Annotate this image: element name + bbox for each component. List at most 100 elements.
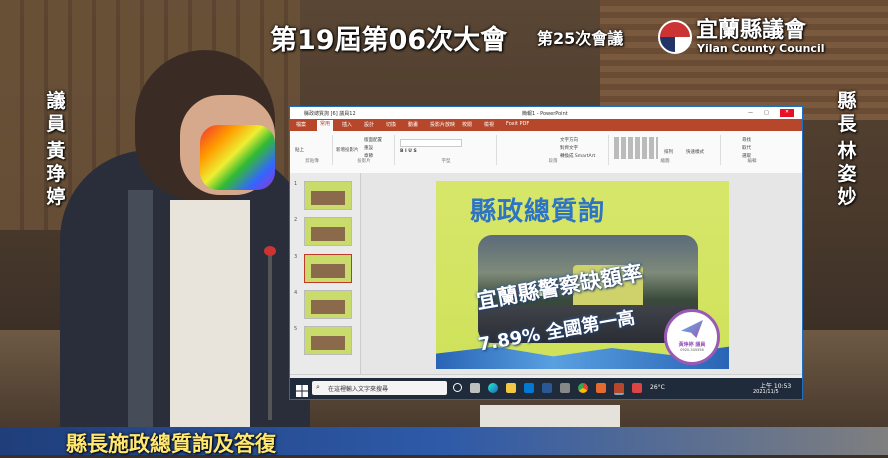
tab-design[interactable]: 設計 bbox=[364, 121, 374, 128]
thumbnail-image bbox=[311, 227, 345, 241]
left-speaker-name: 黃琤婷 bbox=[46, 140, 66, 208]
clock-date[interactable]: 2021/11/5 bbox=[753, 389, 779, 395]
thumbnail-image bbox=[311, 300, 345, 314]
slide-number: 3 bbox=[294, 254, 298, 260]
store-icon[interactable] bbox=[524, 383, 534, 393]
microphone-icon bbox=[264, 246, 276, 256]
thumbnail-image bbox=[311, 191, 345, 205]
tab-file[interactable]: 檔案 bbox=[296, 121, 306, 128]
slide-number: 2 bbox=[294, 217, 298, 223]
slide-number: 1 bbox=[294, 181, 298, 187]
slide-thumbnail-selected[interactable] bbox=[304, 254, 352, 283]
badge-name: 黃琤婷 議員 bbox=[678, 342, 706, 348]
rainbow-face-mask bbox=[200, 125, 275, 190]
close-icon[interactable]: ✕ bbox=[780, 109, 794, 117]
left-speaker-title: 議員 bbox=[46, 90, 66, 135]
windows-start-icon[interactable] bbox=[296, 382, 308, 397]
thumbnail-image bbox=[311, 264, 345, 278]
chrome-icon[interactable] bbox=[578, 383, 588, 393]
group-editing: 尋找 取代 選取 編輯 bbox=[722, 135, 782, 165]
slide-thumbnail[interactable] bbox=[304, 181, 352, 210]
tab-foxit[interactable]: Foxit PDF bbox=[506, 121, 529, 127]
search-icon: ⌕ bbox=[316, 383, 320, 391]
tab-view[interactable]: 檢視 bbox=[484, 121, 494, 128]
right-speaker-name: 林姿妙 bbox=[837, 140, 857, 208]
group-clipboard: 貼上 剪貼簿 bbox=[292, 135, 333, 165]
arrange-button[interactable]: 排列 bbox=[664, 149, 673, 155]
replace-button[interactable]: 取代 bbox=[742, 145, 751, 151]
document-title: 縣政總質詢 [6] 議員12 bbox=[304, 111, 356, 117]
slide-thumbnail[interactable] bbox=[304, 290, 352, 319]
slide-title[interactable]: 縣政總質詢 bbox=[470, 191, 605, 228]
thumbnail-image bbox=[311, 336, 345, 350]
group-label: 剪貼簿 bbox=[305, 159, 319, 164]
tab-slideshow[interactable]: 投影片放映 bbox=[430, 121, 455, 128]
font-name-select[interactable] bbox=[400, 139, 462, 147]
meeting-number: 第25次會議 bbox=[537, 29, 624, 48]
badge-logo-icon bbox=[681, 320, 703, 338]
mail-icon[interactable] bbox=[542, 383, 552, 393]
quick-styles-button[interactable]: 快速樣式 bbox=[686, 149, 704, 155]
group-label: 繪圖 bbox=[660, 159, 670, 164]
group-label: 投影片 bbox=[357, 159, 371, 164]
minimize-icon[interactable]: — bbox=[748, 110, 753, 116]
find-button[interactable]: 尋找 bbox=[742, 137, 751, 143]
slide-thumbnail[interactable] bbox=[304, 217, 352, 246]
councillor-badge[interactable]: 黃琤婷 議員 0920-345558 bbox=[664, 309, 720, 365]
group-paragraph: 文字方向 對齊文字 轉換成 SmartArt 段落 bbox=[498, 135, 609, 165]
app-icon[interactable] bbox=[596, 383, 606, 393]
windows-taskbar: ⌕ 在這裡輸入文字來搜尋 26°C 上午 10:53 2021/11/5 bbox=[290, 378, 802, 399]
slide-number: 5 bbox=[294, 326, 298, 332]
align-text-button[interactable]: 對齊文字 bbox=[560, 145, 578, 151]
tab-transitions[interactable]: 切換 bbox=[386, 121, 396, 128]
group-label: 編輯 bbox=[747, 159, 757, 164]
shapes-gallery[interactable] bbox=[614, 137, 658, 159]
group-drawing: 排列 快速樣式 繪圖 bbox=[610, 135, 721, 165]
current-slide[interactable]: 縣政總質詢 宜蘭縣警察缺額率 7.89% 全國第一高 黃琤婷 議員 0920-3… bbox=[436, 181, 729, 369]
edge-browser-icon[interactable] bbox=[488, 383, 498, 393]
paste-button[interactable]: 貼上 bbox=[295, 147, 304, 153]
tab-insert[interactable]: 插入 bbox=[342, 121, 352, 128]
bold-icon[interactable]: B I U S bbox=[400, 149, 417, 154]
taskbar-search-placeholder: 在這裡輸入文字來搜尋 bbox=[328, 386, 389, 393]
ribbon-tabs: 檔案 常用 插入 設計 切換 動畫 投影片放映 校閱 檢視 Foxit PDF bbox=[290, 119, 802, 131]
app-icon[interactable] bbox=[632, 383, 642, 393]
session-title: 第19屆第06次大會 bbox=[270, 25, 508, 56]
file-explorer-icon[interactable] bbox=[506, 383, 516, 393]
app-title: 簡報1 - PowerPoint bbox=[522, 111, 568, 117]
slide-editing-canvas[interactable]: 縣政總質詢 宜蘭縣警察缺額率 7.89% 全國第一高 黃琤婷 議員 0920-3… bbox=[361, 173, 802, 374]
group-label: 字型 bbox=[441, 159, 451, 164]
new-slide-button[interactable]: 新增投影片 bbox=[336, 147, 359, 153]
maximize-icon[interactable]: □ bbox=[764, 110, 769, 116]
slide-thumbnail[interactable] bbox=[304, 326, 352, 355]
group-font: B I U S 字型 bbox=[396, 135, 497, 165]
group-slides: 新增投影片 版面配置 重設 章節 投影片 bbox=[334, 135, 395, 165]
reset-button[interactable]: 重設 bbox=[364, 145, 373, 151]
tab-review[interactable]: 校閱 bbox=[462, 121, 472, 128]
app-icon[interactable] bbox=[560, 383, 570, 393]
council-name: 宜蘭縣議會 bbox=[696, 18, 807, 43]
council-name-en: Yilan County Council bbox=[697, 42, 825, 55]
ribbon-toolbar: 貼上 剪貼簿 新增投影片 版面配置 重設 章節 投影片 B I U S 字型 文… bbox=[290, 131, 802, 174]
right-speaker-title: 縣長 bbox=[837, 90, 857, 135]
speaker-shirt bbox=[170, 200, 250, 450]
tab-home[interactable]: 常用 bbox=[317, 120, 334, 131]
microphone-stand bbox=[268, 250, 272, 420]
task-view-icon[interactable] bbox=[453, 383, 462, 392]
text-direction-button[interactable]: 文字方向 bbox=[560, 137, 578, 143]
layout-button[interactable]: 版面配置 bbox=[364, 137, 382, 143]
powerpoint-icon[interactable] bbox=[614, 383, 624, 395]
badge-phone: 0920-345558 bbox=[680, 348, 704, 352]
acrylic-divider bbox=[128, 190, 153, 430]
bottom-caption: 縣長施政總質詢及答復 bbox=[66, 432, 276, 456]
weather-readout[interactable]: 26°C bbox=[650, 384, 665, 391]
taskbar-search-box[interactable]: ⌕ 在這裡輸入文字來搜尋 bbox=[312, 381, 447, 395]
widget-icon[interactable] bbox=[470, 383, 480, 393]
powerpoint-window[interactable]: 縣政總質詢 [6] 議員12 簡報1 - PowerPoint — □ ✕ 檔案… bbox=[289, 106, 803, 400]
council-seal-icon bbox=[658, 20, 692, 54]
slide-thumbnail-pane[interactable]: 1 2 3 4 5 bbox=[290, 173, 361, 374]
group-label: 段落 bbox=[548, 159, 558, 164]
window-titlebar[interactable]: 縣政總質詢 [6] 議員12 簡報1 - PowerPoint — □ ✕ bbox=[290, 107, 802, 119]
tab-animations[interactable]: 動畫 bbox=[408, 121, 418, 128]
slide-number: 4 bbox=[294, 290, 298, 296]
